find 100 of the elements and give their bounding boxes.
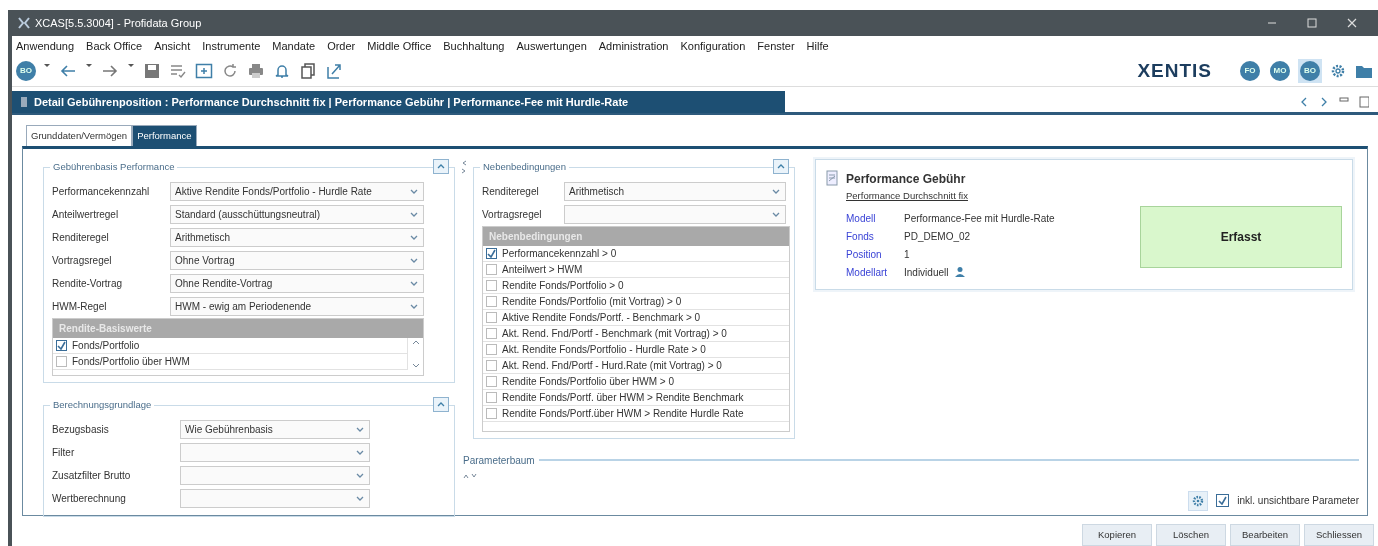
print-icon[interactable] bbox=[247, 62, 265, 81]
bell-icon[interactable] bbox=[273, 62, 291, 81]
check-icon bbox=[57, 340, 66, 350]
collapse-icon[interactable] bbox=[776, 162, 786, 171]
checkbox[interactable] bbox=[486, 263, 497, 275]
dropdown-field[interactable]: Wie Gebührenbasis bbox=[180, 419, 370, 439]
field-label: Modellart bbox=[846, 265, 889, 280]
dropdown-field[interactable] bbox=[180, 488, 370, 508]
module-button[interactable]: FO bbox=[1240, 61, 1260, 82]
menu-item[interactable]: Fenster bbox=[757, 38, 795, 55]
field-label: Position bbox=[846, 247, 883, 262]
check-icon bbox=[1218, 496, 1228, 506]
menu-item[interactable]: Anwendung bbox=[16, 38, 75, 55]
dropdown-field[interactable]: Arithmetisch bbox=[564, 181, 786, 201]
dropdown-field[interactable]: Aktive Rendite Fonds/Portfolio - Hurdle Rate bbox=[170, 181, 424, 201]
checkbox-label: inkl. unsichtbare Parameter bbox=[1237, 494, 1359, 509]
list-header: Nebenbedingungen bbox=[483, 226, 789, 246]
status-panel: Erfasst bbox=[1140, 205, 1342, 268]
expand-collapse-icon[interactable] bbox=[463, 473, 479, 480]
checkbox[interactable] bbox=[56, 339, 67, 351]
field-label: Anteilwertregel bbox=[52, 207, 120, 222]
document-icon bbox=[826, 169, 838, 186]
dropdown-field[interactable]: Standard (ausschüttungsneutral) bbox=[170, 204, 424, 224]
maximize-icon[interactable] bbox=[1359, 96, 1369, 108]
dropdown-field[interactable] bbox=[180, 442, 370, 462]
menu-item[interactable]: Auswertungen bbox=[516, 38, 587, 55]
field-label: Bezugsbasis bbox=[52, 422, 110, 437]
action-button[interactable]: Schliessen bbox=[1304, 523, 1374, 546]
field-label: Fonds bbox=[846, 229, 875, 244]
menu-item[interactable]: Ansicht bbox=[154, 38, 191, 55]
menu-item[interactable]: Administration bbox=[598, 38, 669, 55]
field-value: 1 bbox=[904, 247, 910, 262]
dropdown-field[interactable]: Arithmetisch bbox=[170, 227, 424, 247]
menu-item[interactable]: Hilfe bbox=[806, 38, 829, 55]
checkbox[interactable] bbox=[486, 343, 497, 355]
maximize-icon[interactable] bbox=[1306, 17, 1318, 30]
field-label: Renditeregel bbox=[52, 230, 110, 245]
card-link[interactable]: Performance Durchschnitt fix bbox=[846, 189, 968, 201]
checkbox[interactable] bbox=[1216, 494, 1230, 508]
field-label: Filter bbox=[52, 445, 76, 460]
checkbox[interactable] bbox=[486, 407, 497, 419]
menu-item[interactable]: Instrumente bbox=[202, 38, 261, 55]
dropdown-field[interactable]: Ohne Vortrag bbox=[170, 250, 424, 270]
field-label: HWM-Regel bbox=[52, 299, 108, 314]
collapse-icon[interactable] bbox=[436, 162, 446, 171]
checkbox[interactable] bbox=[486, 359, 497, 371]
action-button[interactable]: Bearbeiten bbox=[1230, 523, 1300, 546]
list-item-label: Fonds/Portfolio über HWM bbox=[72, 354, 190, 369]
list-check-icon[interactable] bbox=[169, 62, 187, 81]
menu-item[interactable]: Back Office bbox=[86, 38, 143, 55]
checkbox[interactable] bbox=[486, 295, 497, 307]
checkbox[interactable] bbox=[486, 391, 497, 403]
field-value: Performance-Fee mit Hurdle-Rate bbox=[904, 211, 1055, 226]
list-item-label: Akt. Rend. Fnd/Portf - Hurd.Rate (mit Vortrag) > 0 bbox=[502, 358, 722, 373]
copy-icon[interactable] bbox=[299, 62, 317, 81]
checkbox[interactable] bbox=[486, 311, 497, 323]
user-badge[interactable]: BO bbox=[16, 61, 36, 82]
list-item-label: Performancekennzahl > 0 bbox=[502, 246, 617, 261]
menu-item[interactable]: Order bbox=[327, 38, 356, 55]
splitter-arrows-icon[interactable] bbox=[461, 160, 467, 175]
list-item-label: Rendite Fonds/Portfolio über HWM > 0 bbox=[502, 374, 675, 389]
scroll-down-icon bbox=[411, 361, 420, 370]
field-label: Vortragsregel bbox=[482, 207, 543, 222]
tab[interactable]: Grunddaten/Vermögen bbox=[26, 124, 133, 146]
list-header: Rendite-Basiswerte bbox=[53, 318, 423, 338]
checkbox[interactable] bbox=[486, 247, 497, 259]
menu-item[interactable]: Middle Office bbox=[367, 38, 432, 55]
chevron-left-icon[interactable] bbox=[1299, 96, 1309, 108]
field-value: Individuell bbox=[904, 265, 949, 280]
tab[interactable]: Performance bbox=[132, 124, 197, 146]
checkbox[interactable] bbox=[486, 279, 497, 291]
menu-item[interactable]: Buchhaltung bbox=[443, 38, 505, 55]
person-icon bbox=[954, 266, 967, 278]
field-label: Vortragsregel bbox=[52, 253, 113, 268]
app-logo-icon bbox=[18, 17, 30, 30]
list-item-label: Fonds/Portfolio bbox=[72, 338, 140, 353]
checkbox[interactable] bbox=[486, 327, 497, 339]
add-window-icon[interactable] bbox=[195, 62, 213, 81]
chevron-right-icon[interactable] bbox=[1319, 96, 1329, 108]
dropdown-field[interactable]: HWM - ewig am Periodenende bbox=[170, 296, 424, 316]
checkbox[interactable] bbox=[56, 355, 67, 367]
menu-item[interactable]: Konfiguration bbox=[680, 38, 746, 55]
export-icon[interactable] bbox=[325, 62, 343, 81]
field-value: PD_DEMO_02 bbox=[904, 229, 971, 244]
menu-item[interactable]: Mandate bbox=[272, 38, 316, 55]
window-title: XCAS[5.5.3004] - Profidata Group bbox=[35, 15, 202, 31]
close-icon[interactable] bbox=[1346, 17, 1358, 30]
settings-icon[interactable] bbox=[1192, 494, 1205, 507]
list-item-label: Rendite Fonds/Portf. über HWM > Rendite Benchmark bbox=[502, 390, 744, 405]
save-icon[interactable] bbox=[143, 62, 161, 81]
list-item-label: Rendite Fonds/Portfolio (mit Vortrag) > 0 bbox=[502, 294, 682, 309]
dropdown-field[interactable] bbox=[564, 204, 786, 224]
dropdown-field[interactable] bbox=[180, 465, 370, 485]
module-button[interactable]: MO bbox=[1270, 61, 1290, 82]
collapse-icon[interactable] bbox=[436, 400, 446, 409]
checkbox[interactable] bbox=[486, 375, 497, 387]
action-button[interactable]: Löschen bbox=[1156, 523, 1226, 546]
dropdown-field[interactable]: Ohne Rendite-Vortrag bbox=[170, 273, 424, 293]
action-button[interactable]: Kopieren bbox=[1082, 523, 1152, 546]
module-button[interactable]: BO bbox=[1300, 61, 1320, 82]
